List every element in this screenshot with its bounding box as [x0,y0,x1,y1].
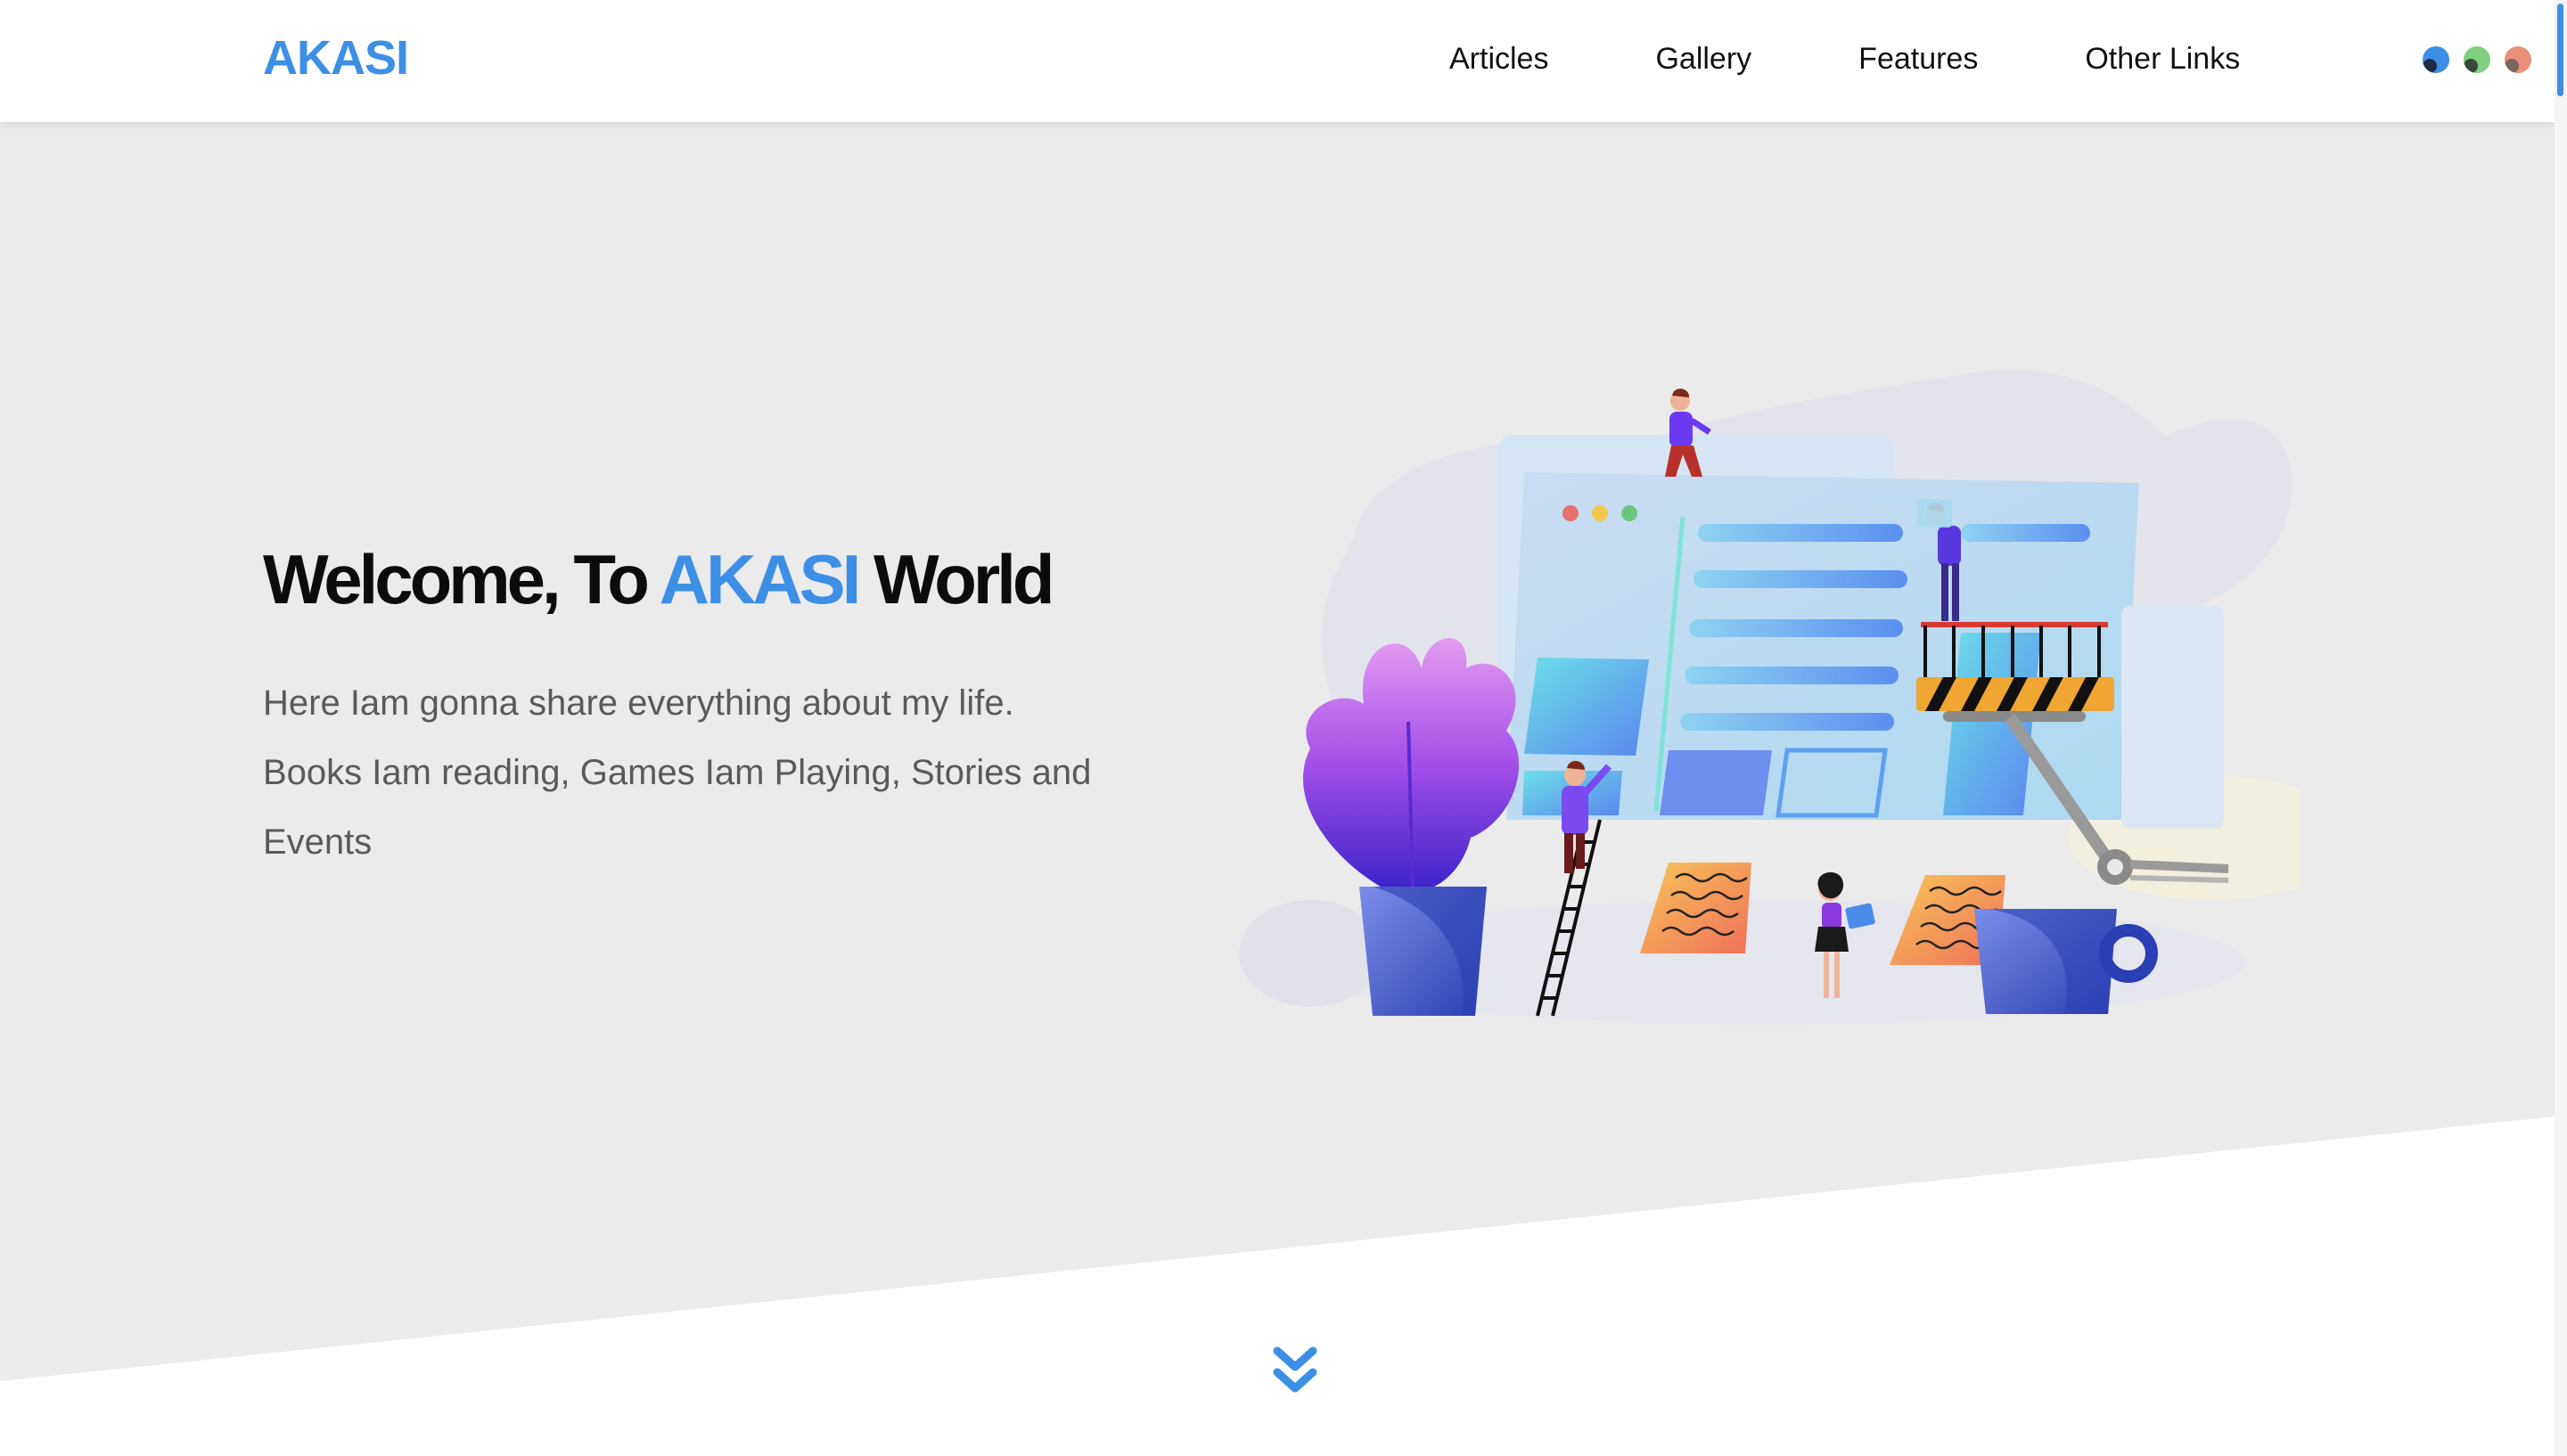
theme-dot-green[interactable] [2464,46,2490,73]
hero-title-suffix: World [857,540,1055,618]
theme-switcher [2423,46,2531,73]
screen-right-panel [2121,606,2224,829]
hero-title-prefix: Welcome, To [263,540,660,618]
sticky-note-left [1640,863,1751,953]
hero-illustration [1239,369,2300,1025]
nav-link-gallery[interactable]: Gallery [1655,39,1751,84]
double-chevron-down-icon[interactable] [1270,1346,1320,1399]
brand-logo[interactable]: AKASI [263,30,409,86]
theme-dot-blue-inner [2423,59,2437,73]
nav-menu: Articles Gallery Features Other Links [1449,39,2240,84]
hero-description: Here Iam gonna share everything about my… [263,668,1172,877]
page-scrollbar-thumb[interactable] [2557,4,2563,96]
hero-title: Welcome, To AKASI World [263,535,1055,624]
page: AKASI Articles Gallery Features Other Li… [0,0,2567,1456]
navbar: AKASI Articles Gallery Features Other Li… [0,0,2555,122]
theme-dot-green-inner [2464,59,2478,73]
hero-description-line: Here Iam gonna share everything about my… [263,683,1014,723]
theme-dot-coral-inner [2505,59,2519,73]
theme-dot-coral[interactable] [2505,46,2531,73]
hero-title-accent: AKASI [659,540,862,618]
theme-dot-blue[interactable] [2423,46,2449,73]
hero-description-line: Events [263,822,373,862]
hero-description-line: Books Iam reading, Games Iam Playing, St… [263,753,1092,792]
page-scrollbar-track[interactable] [2555,0,2567,1456]
nav-link-features[interactable]: Features [1858,39,1978,84]
nav-link-articles[interactable]: Articles [1449,39,1548,84]
nav-link-other-links[interactable]: Other Links [2085,39,2240,84]
bg-blob-left [1239,900,1382,1007]
